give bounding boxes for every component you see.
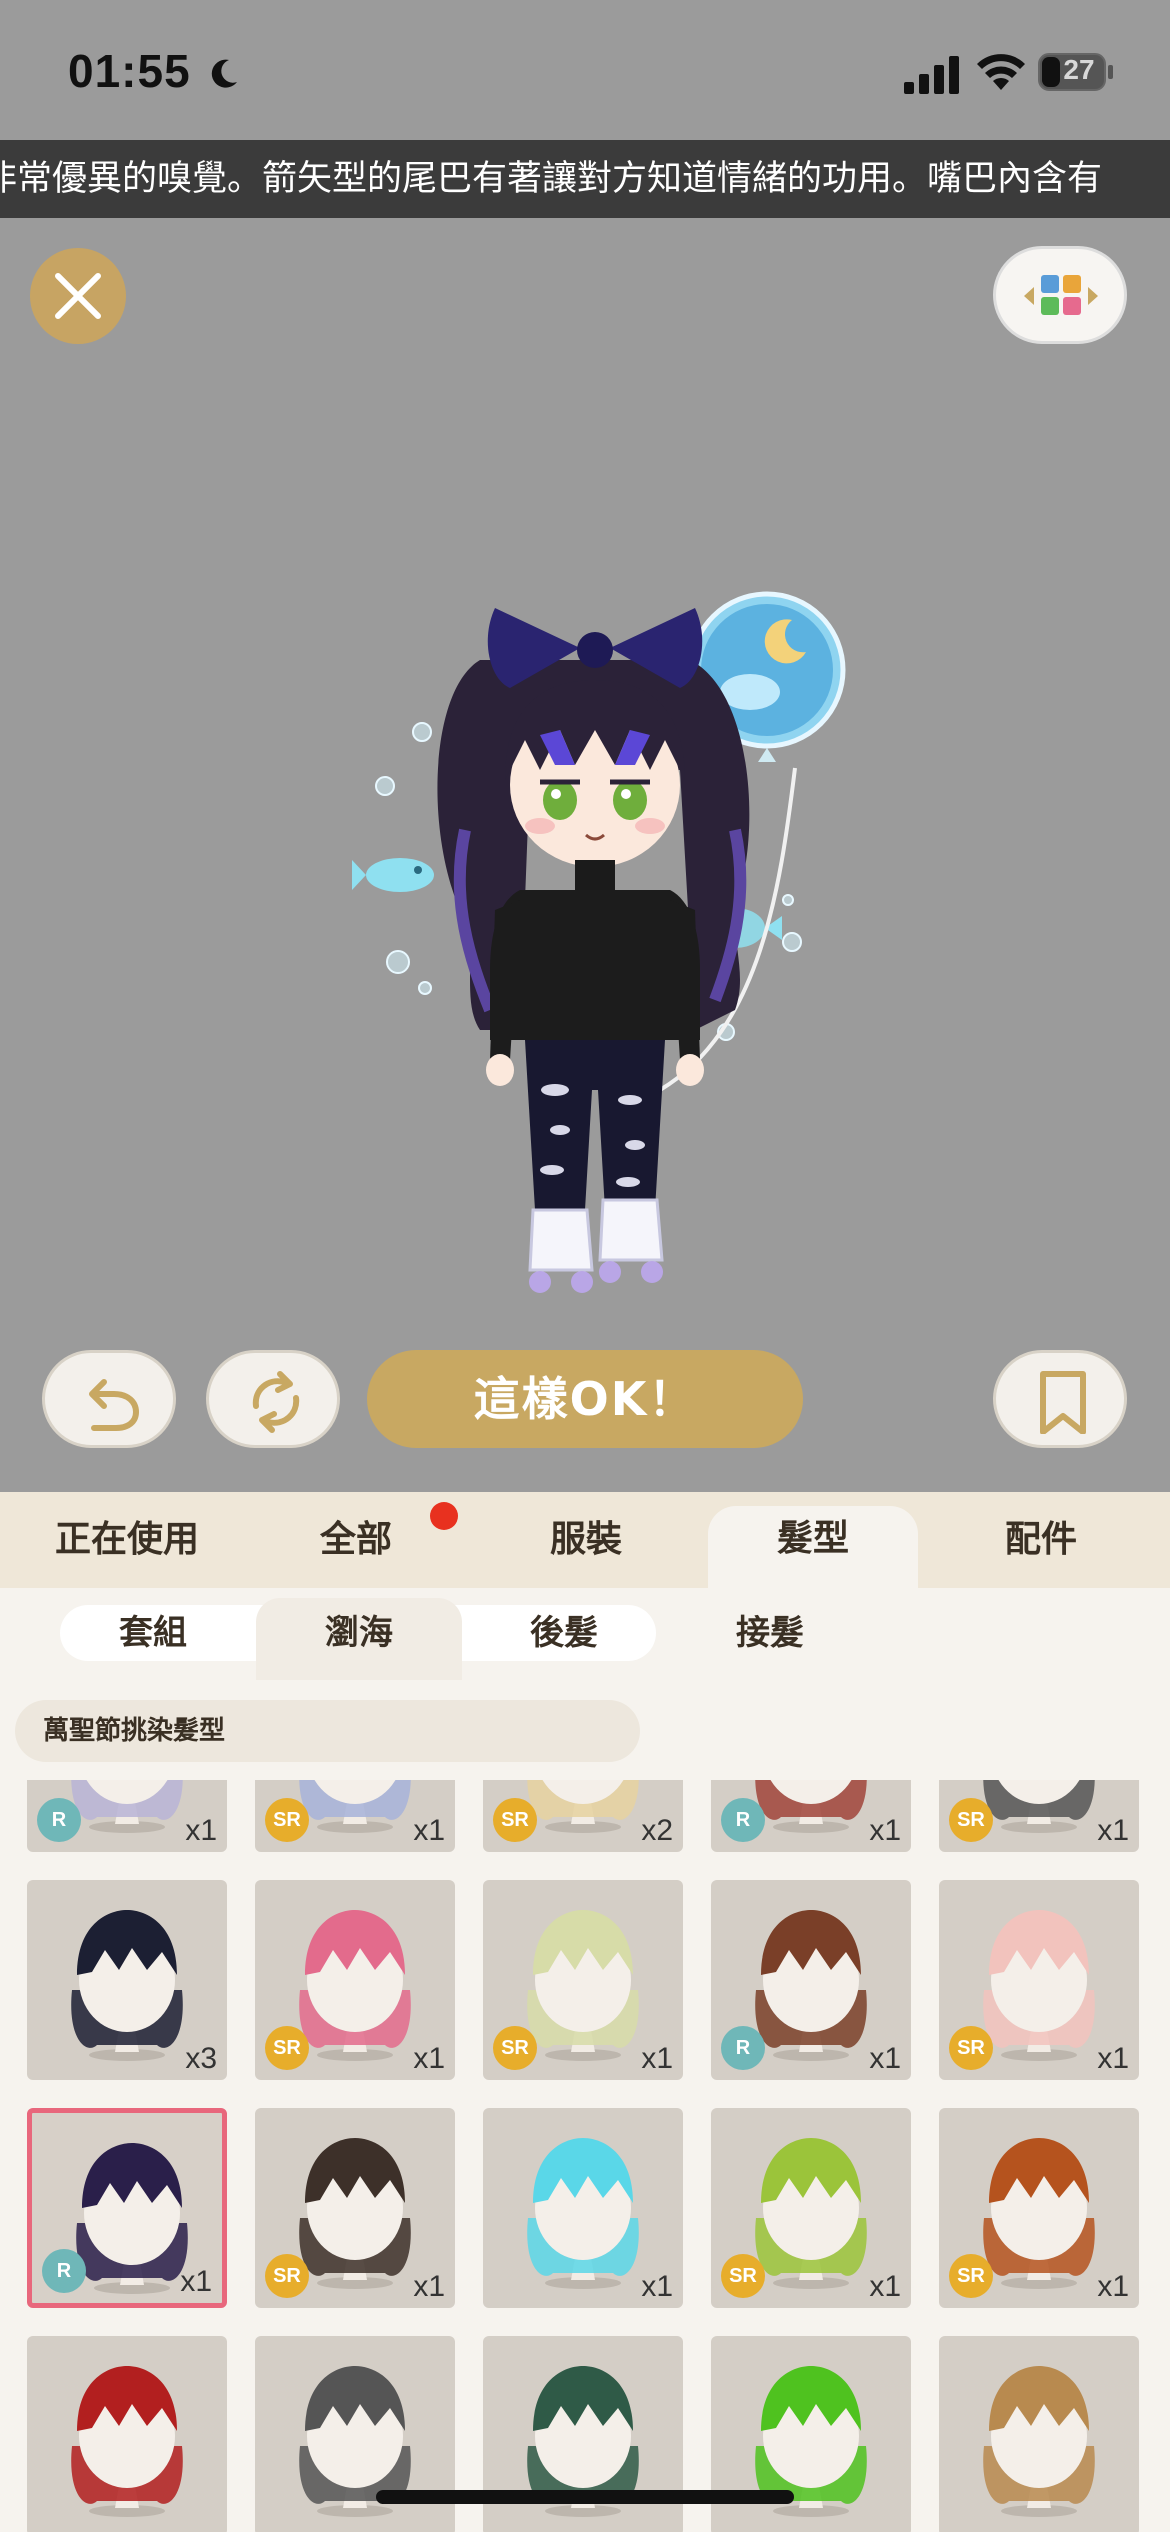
rarity-badge: SR xyxy=(265,2026,309,2070)
hair-item[interactable]: SR x1 xyxy=(939,1780,1139,1852)
rarity-badge: SR xyxy=(721,2254,765,2298)
item-count: x1 xyxy=(1097,1814,1129,1847)
avatar-preview xyxy=(352,591,846,1293)
hair-item[interactable]: x3 xyxy=(27,1880,227,2080)
hair-item[interactable]: SR x1 xyxy=(483,1880,683,2080)
category-tabs: 正在使用 全部 服裝 髮型 配件 xyxy=(0,1492,1170,1588)
item-count: x2 xyxy=(641,1814,673,1847)
hair-item[interactable]: Rx1 xyxy=(27,1780,227,1852)
tab-hairstyle[interactable]: 髮型 xyxy=(708,1506,918,1588)
confirm-button[interactable]: 這樣OK！ xyxy=(367,1350,803,1448)
item-count: x1 xyxy=(869,2270,901,2303)
hair-item[interactable]: SR x1 xyxy=(255,2108,455,2308)
rarity-badge: R xyxy=(42,2249,86,2293)
rarity-badge: SR xyxy=(949,2254,993,2298)
filter-chip[interactable]: 萬聖節挑染髮型 xyxy=(15,1700,640,1762)
subtab-back-hair[interactable]: 後髮 xyxy=(466,1605,662,1661)
item-grid: Rx1 SR x1 SR x2 Rx1 SR x1 x3 SR x1 SR x1 Rx1 SR x1 Rx1 SR… xyxy=(0,1780,1170,2532)
marquee-text: 非常優異的嗅覺。箭矢型的尾巴有著讓對方知道情緒的功用。嘴巴內含有 xyxy=(0,159,1103,199)
hair-preview-icon xyxy=(71,2366,183,2517)
screen: { "status_bar": { "time": "01:55", "batt… xyxy=(0,0,1170,2532)
hair-item[interactable]: SR x1 xyxy=(939,2108,1139,2308)
item-count: x1 xyxy=(413,2042,445,2075)
item-count: x1 xyxy=(1097,2270,1129,2303)
signal-icon xyxy=(904,56,959,94)
undo-icon xyxy=(89,1379,140,1431)
hair-item[interactable] xyxy=(27,2336,227,2532)
tab-clothing[interactable]: 服裝 xyxy=(472,1492,700,1588)
item-count: x1 xyxy=(641,2270,673,2303)
tab-accessories[interactable]: 配件 xyxy=(926,1492,1156,1588)
hair-item[interactable]: Rx1 xyxy=(711,1780,911,1852)
rarity-badge: R xyxy=(37,1798,81,1842)
subtab-set[interactable]: 套組 xyxy=(60,1605,246,1661)
rarity-badge: SR xyxy=(949,1798,993,1842)
close-button[interactable] xyxy=(30,248,126,344)
item-count: x3 xyxy=(185,2042,217,2075)
hair-preview-icon xyxy=(983,2366,1095,2517)
hair-item[interactable]: SR x1 xyxy=(255,1880,455,2080)
rarity-badge: SR xyxy=(493,2026,537,2070)
description-marquee: 非常優異的嗅覺。箭矢型的尾巴有著讓對方知道情緒的功用。嘴巴內含有 xyxy=(0,140,1170,218)
status-bar: 01:55 27 xyxy=(0,0,1170,140)
roller-skates xyxy=(528,1198,664,1293)
moon-icon xyxy=(211,59,237,88)
rarity-badge: SR xyxy=(949,2026,993,2070)
item-count: x1 xyxy=(641,2042,673,2075)
hair-item[interactable]: SR x1 xyxy=(711,2108,911,2308)
status-time: 01:55 xyxy=(68,45,191,97)
hair-item[interactable]: SR x1 xyxy=(939,1880,1139,2080)
undo-button[interactable] xyxy=(42,1350,176,1448)
tab-all[interactable]: 全部 xyxy=(254,1492,458,1588)
item-count: x1 xyxy=(413,2270,445,2303)
layout-toggle-button[interactable] xyxy=(993,246,1127,344)
rarity-badge: SR xyxy=(265,2254,309,2298)
subtab-hair-extension[interactable]: 接髮 xyxy=(672,1605,868,1661)
tab-in-use[interactable]: 正在使用 xyxy=(0,1492,254,1588)
battery-level: 27 xyxy=(1063,54,1095,85)
rarity-badge: SR xyxy=(265,1798,309,1842)
refresh-icon xyxy=(252,1371,300,1433)
wifi-icon xyxy=(977,54,1025,90)
item-panel: 萬聖節挑染髮型 Rx1 SR x1 SR x2 Rx1 SR x1 x3 SR x1 SR x1 Rx1 S… xyxy=(0,1680,1170,2532)
item-count: x1 xyxy=(185,1814,217,1847)
hair-item[interactable]: Rx1 xyxy=(711,1880,911,2080)
rarity-badge: R xyxy=(721,2026,765,2070)
hair-item[interactable]: SR x1 xyxy=(255,1780,455,1852)
item-count: x1 xyxy=(1097,2042,1129,2075)
hair-item[interactable]: SR x2 xyxy=(483,1780,683,1852)
notification-dot xyxy=(430,1502,458,1530)
item-count: x1 xyxy=(413,1814,445,1847)
rarity-badge: SR xyxy=(493,1798,537,1842)
bookmark-icon xyxy=(1040,1371,1086,1434)
hair-item[interactable]: x1 xyxy=(483,2108,683,2308)
bookmark-button[interactable] xyxy=(993,1350,1127,1448)
hair-item[interactable] xyxy=(939,2336,1139,2532)
color-grid-icon xyxy=(1024,275,1098,315)
fish-left-decor xyxy=(352,858,434,892)
item-count: x1 xyxy=(180,2265,212,2298)
home-indicator xyxy=(376,2490,794,2504)
item-count: x1 xyxy=(869,2042,901,2075)
rarity-badge: R xyxy=(721,1798,765,1842)
close-icon xyxy=(55,273,101,319)
item-count: x1 xyxy=(869,1814,901,1847)
hair-item[interactable]: Rx1 xyxy=(27,2108,227,2308)
subtab-bangs[interactable]: 瀏海 xyxy=(256,1598,462,1680)
refresh-button[interactable] xyxy=(206,1350,340,1448)
subcategory-tabs: 套組 瀏海 後髮 接髮 xyxy=(0,1588,1170,1680)
